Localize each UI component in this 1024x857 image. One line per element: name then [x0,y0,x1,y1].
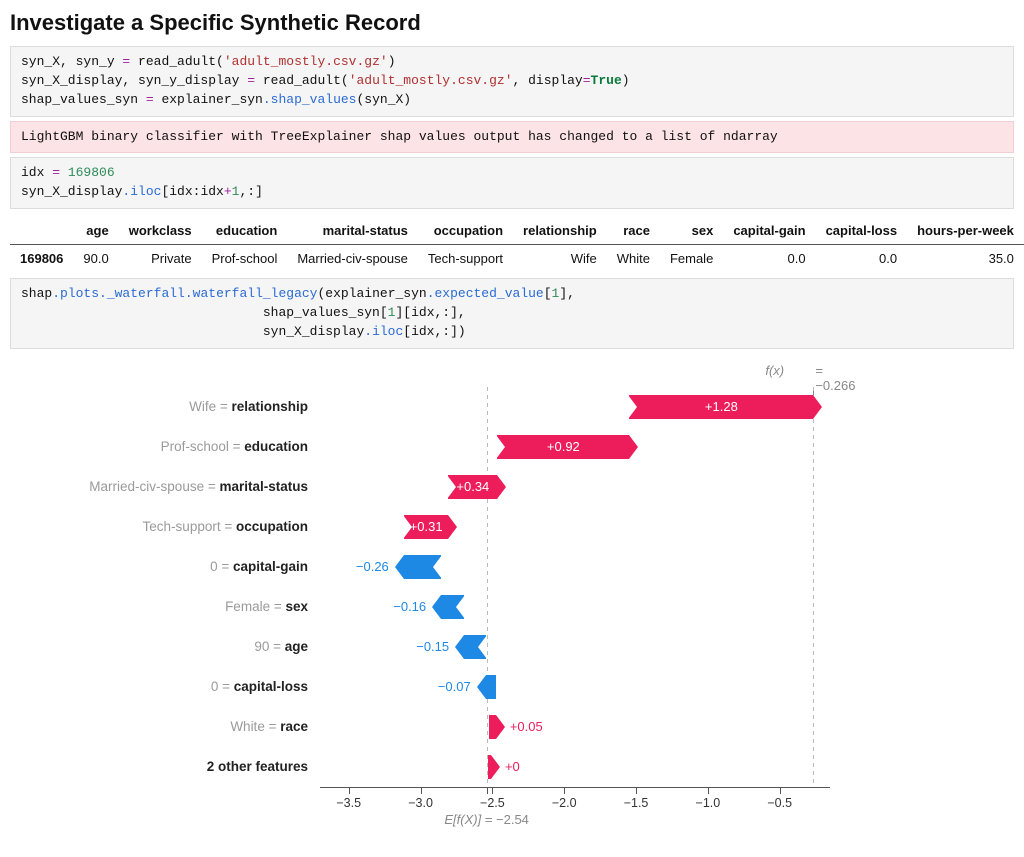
negative-bar [464,635,486,659]
table-cell: Wife [513,245,607,273]
table-header: age [73,217,118,245]
axis-tick-label: −3.5 [336,796,361,810]
shap-waterfall-chart: f(x)= −0.266 Wife = relationship+1.28Pro… [10,363,830,827]
positive-bar: +0.92 [497,435,629,459]
feature-label: Female = sex [10,599,320,614]
table-header: relationship [513,217,607,245]
page-title: Investigate a Specific Synthetic Record [10,10,1014,36]
waterfall-row: Wife = relationship +1.28 [10,387,830,427]
feature-label: 90 = age [10,639,320,654]
positive-bar [489,715,496,739]
feature-label: 2 other features [10,759,320,774]
feature-label: Tech-support = occupation [10,519,320,534]
table-header: race [607,217,660,245]
axis-tick-label: −2.5 [480,796,505,810]
table-header: capital-gain [723,217,815,245]
axis-tick-label: −1.5 [624,796,649,810]
table-cell: Tech-support [418,245,513,273]
positive-bar: +0.34 [448,475,497,499]
code-cell-2: idx = 169806 syn_X_display.iloc[idx:idx+… [10,157,1014,209]
axis-tick-label: −2.0 [552,796,577,810]
waterfall-row: 0 = capital-gain−0.26 [10,547,830,587]
axis-tick-label: −1.0 [696,796,721,810]
table-cell: 90.0 [73,245,118,273]
expected-value-label: E[f(X)] = −2.54 [444,812,529,827]
table-cell: Married-civ-spouse [287,245,418,273]
table-header: hours-per-week [907,217,1024,245]
feature-label: Prof-school = education [10,439,320,454]
waterfall-row: Tech-support = occupation +0.31 [10,507,830,547]
code-cell-1: syn_X, syn_y = read_adult('adult_mostly.… [10,46,1014,117]
waterfall-row: 90 = age−0.15 [10,627,830,667]
table-header: sex [660,217,723,245]
table-header: workclass [119,217,202,245]
warning-output: LightGBM binary classifier with TreeExpl… [10,121,1014,154]
negative-bar [404,555,441,579]
table-cell: Prof-school [202,245,288,273]
waterfall-row: Married-civ-spouse = marital-status +0.34 [10,467,830,507]
feature-label: Married-civ-spouse = marital-status [10,479,320,494]
feature-label: Wife = relationship [10,399,320,414]
table-header [10,217,73,245]
axis-tick-label: −3.0 [408,796,433,810]
positive-bar: +1.28 [629,395,813,419]
table-cell: 0.0 [816,245,908,273]
code-cell-3: shap.plots._waterfall.waterfall_legacy(e… [10,278,1014,349]
table-cell: Female [660,245,723,273]
waterfall-row: Prof-school = education +0.92 [10,427,830,467]
table-header: occupation [418,217,513,245]
positive-bar [488,755,491,779]
negative-bar [441,595,464,619]
table-cell: 35.0 [907,245,1024,273]
waterfall-row: 0 = capital-loss−0.07 [10,667,830,707]
feature-label: 0 = capital-loss [10,679,320,694]
axis-tick-label: −0.5 [767,796,792,810]
table-header: capital-loss [816,217,908,245]
dataframe-output: ageworkclasseducationmarital-statusoccup… [10,217,1024,272]
row-index: 169806 [10,245,73,273]
table-cell: Private [119,245,202,273]
table-cell: 0.0 [723,245,815,273]
feature-label: 0 = capital-gain [10,559,320,574]
table-header: marital-status [287,217,418,245]
waterfall-row: 2 other features+0 [10,747,830,787]
negative-bar [486,675,496,699]
waterfall-row: Female = sex−0.16 [10,587,830,627]
waterfall-row: White = race+0.05 [10,707,830,747]
table-cell: White [607,245,660,273]
table-header: education [202,217,288,245]
feature-label: White = race [10,719,320,734]
positive-bar: +0.31 [404,515,449,539]
